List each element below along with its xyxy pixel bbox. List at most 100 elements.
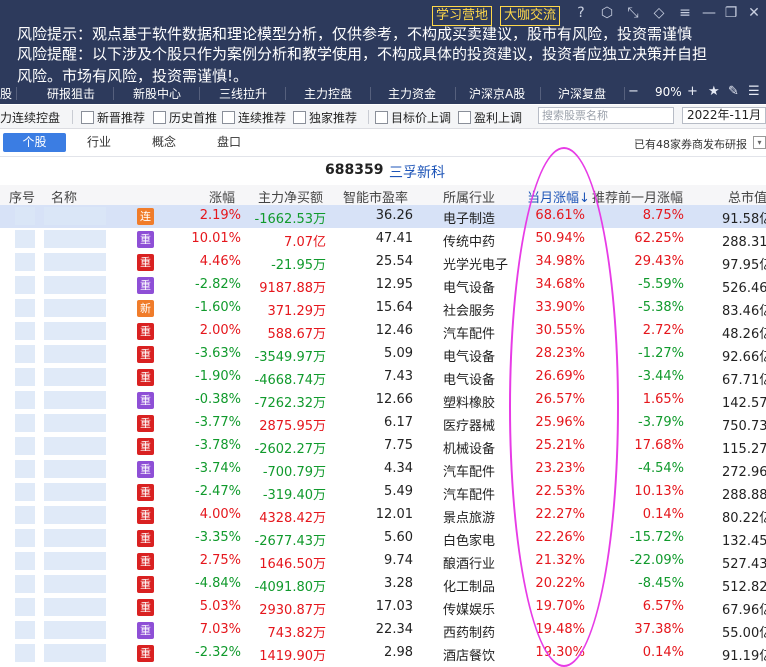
checkbox[interactable]: [81, 111, 94, 124]
study-camp-button[interactable]: 学习营地: [432, 6, 493, 26]
stock-name-link[interactable]: 三孚新科: [389, 162, 445, 182]
table-row[interactable]: 重 4.46% -21.95万 25.54 光学光电子 34.98% 29.43% 97.95…: [0, 251, 766, 274]
tab-industry[interactable]: 行业: [71, 133, 127, 152]
table-row[interactable]: 重 4.00% 4328.42万 12.01 景点旅游 22.27% 0.14% 80.22亿: [0, 504, 766, 527]
table-row[interactable]: 重 5.03% 2930.87万 17.03 传媒娱乐 19.70% 6.57% 67.96亿: [0, 596, 766, 619]
checkbox[interactable]: [375, 111, 388, 124]
table-row[interactable]: 重 -3.77% 2875.95万 6.17 医疗器械 25.96% -3.79% 750.7…: [0, 412, 766, 435]
maximize-icon[interactable]: ❐: [722, 4, 740, 22]
table-row[interactable]: 重 -2.47% -319.40万 5.49 汽车配件 22.53% 10.13% 288.8…: [0, 481, 766, 504]
filter-continuous-control[interactable]: 力连续控盘: [0, 109, 60, 126]
col-industry[interactable]: 所属行业: [443, 187, 495, 206]
table-row[interactable]: 重 -3.78% -2602.27万 7.75 机械设备 25.21% 17.68% 115.…: [0, 435, 766, 458]
col-change[interactable]: 涨幅: [209, 187, 235, 206]
tab-stock[interactable]: 个股: [3, 133, 66, 152]
search-input[interactable]: 搜索股票名称: [538, 107, 674, 124]
star-icon[interactable]: ★: [708, 84, 720, 99]
table-row[interactable]: 重 -2.82% 9187.88万 12.95 电气设备 34.68% -5.59% 526.…: [0, 274, 766, 297]
col-seq[interactable]: 序号: [9, 187, 35, 206]
filter-new-recommend[interactable]: 新晋推荐: [81, 109, 145, 126]
nav-item-stock[interactable]: 股: [0, 85, 12, 102]
risk-text-line1: 风险提示：观点基于软件数据和理论模型分析，仅供参考，不构成买卖建议，股市有风险，…: [17, 25, 693, 43]
nav-item-ipo[interactable]: 新股中心: [133, 85, 181, 102]
table-row[interactable]: 重 -4.84% -4091.80万 3.28 化工制品 20.22% -8.45% 512.…: [0, 573, 766, 596]
zoom-out-icon[interactable]: −: [628, 84, 639, 99]
nav-item-review[interactable]: 沪深复盘: [558, 85, 606, 102]
recommend-badge: 重: [137, 553, 154, 570]
checkbox[interactable]: [222, 111, 235, 124]
minimize-icon[interactable]: —: [700, 4, 718, 22]
month-change-cell: 19.70%: [535, 599, 585, 614]
help-icon[interactable]: ?: [572, 4, 590, 22]
industry-cell: 机械设备: [443, 442, 496, 457]
seq-cell-masked: [15, 598, 35, 616]
table-row[interactable]: 重 2.00% 588.67万 12.46 汽车配件 30.55% 2.72% 48.26亿: [0, 320, 766, 343]
filter-profit-up[interactable]: 盈利上调: [458, 109, 522, 126]
industry-cell: 景点旅游: [443, 511, 496, 526]
filter-exclusive[interactable]: 独家推荐: [293, 109, 357, 126]
close-icon[interactable]: ✕: [745, 4, 763, 22]
name-cell-masked: [44, 460, 106, 478]
dropdown-icon[interactable]: ▾: [753, 136, 766, 149]
category-tabs: 个股 行业 概念 盘口 已有48家券商发布研报 ▾: [0, 129, 766, 157]
month-change-cell: 22.53%: [535, 484, 585, 499]
table-row[interactable]: 重 -0.38% -7262.32万 12.66 塑料橡胶 26.57% 1.65% 142.…: [0, 389, 766, 412]
col-name[interactable]: 名称: [51, 187, 77, 206]
risk-banner: 学习营地 大咖交流 ? ⬡ ⤡ ◇ ≡ — ❐ ✕ 风险提示：观点基于软件数据和…: [0, 0, 766, 87]
name-cell-masked: [44, 483, 106, 501]
name-cell-masked: [44, 391, 106, 409]
nav-item-funds[interactable]: 主力资金: [388, 85, 436, 102]
recommend-badge: 重: [137, 254, 154, 271]
filter-history-first[interactable]: 历史首推: [153, 109, 217, 126]
net-buy-cell: -4668.74万: [254, 373, 326, 388]
table-row[interactable]: 连 2.19% -1662.53万 36.26 电子制造 68.61% 8.75% 91.58…: [0, 205, 766, 228]
net-buy-cell: 2875.95万: [259, 419, 326, 434]
shrink-icon[interactable]: ⤡: [624, 4, 642, 22]
change-cell: 2.19%: [199, 208, 241, 223]
table-row[interactable]: 重 -2.32% 1419.90万 2.98 酒店餐饮 19.30% 0.14% 91.19亿: [0, 642, 766, 665]
settings-icon[interactable]: ⬡: [598, 4, 616, 22]
table-row[interactable]: 重 -3.35% -2677.43万 5.60 白色家电 22.26% -15.72% 132…: [0, 527, 766, 550]
net-buy-cell: -2677.43万: [254, 534, 326, 549]
nav-item-three-line[interactable]: 三线拉升: [219, 85, 267, 102]
list-icon[interactable]: ☰: [748, 84, 760, 99]
tab-handicap[interactable]: 盘口: [201, 133, 257, 152]
table-row[interactable]: 重 -1.90% -4668.74万 7.43 电气设备 26.69% -3.44% 67.7…: [0, 366, 766, 389]
table-row[interactable]: 重 -3.74% -700.79万 4.34 汽车配件 23.23% -4.54% 272.9…: [0, 458, 766, 481]
checkbox[interactable]: [293, 111, 306, 124]
seq-cell-masked: [15, 414, 35, 432]
col-market-cap[interactable]: 总市值: [728, 187, 766, 206]
seq-cell-masked: [15, 230, 35, 248]
change-cell: 4.46%: [199, 254, 241, 269]
nav-item-a-shares[interactable]: 沪深京A股: [469, 85, 525, 102]
prev-month-cell: -15.72%: [629, 530, 684, 545]
name-cell-masked: [44, 575, 106, 593]
menu-icon[interactable]: ≡: [676, 4, 694, 22]
change-cell: -3.74%: [195, 461, 241, 476]
table-row[interactable]: 新 -1.60% 371.29万 15.64 社会服务 33.90% -5.38% 83.46…: [0, 297, 766, 320]
col-prev-month[interactable]: 推荐前一月涨幅: [592, 187, 683, 206]
tab-concept[interactable]: 概念: [136, 133, 192, 152]
filter-continuous-recommend[interactable]: 连续推荐: [222, 109, 286, 126]
checkbox[interactable]: [458, 111, 471, 124]
col-month-change[interactable]: 当月涨幅↓: [527, 187, 590, 206]
col-net-buy[interactable]: 主力净买额: [258, 187, 323, 206]
skin-icon[interactable]: ◇: [650, 4, 668, 22]
month-select[interactable]: 2022年-11月: [682, 107, 766, 124]
month-change-cell: 50.94%: [535, 231, 585, 246]
filter-target-up[interactable]: 目标价上调: [375, 109, 451, 126]
col-intel-pe[interactable]: 智能市盈率: [343, 187, 408, 206]
checkbox[interactable]: [153, 111, 166, 124]
table-row[interactable]: 重 10.01% 7.07亿 47.41 传统中药 50.94% 62.25% 288.31亿: [0, 228, 766, 251]
table-row[interactable]: 重 -3.63% -3549.97万 5.09 电气设备 28.23% -1.27% 92.6…: [0, 343, 766, 366]
zoom-in-icon[interactable]: +: [687, 84, 698, 99]
table-row[interactable]: 重 7.03% 743.82万 22.34 西药制药 19.48% 37.38% 55.00亿: [0, 619, 766, 642]
seq-cell-masked: [15, 391, 35, 409]
change-cell: -3.63%: [195, 346, 241, 361]
pen-icon[interactable]: ✎: [728, 84, 739, 99]
name-cell-masked: [44, 322, 106, 340]
nav-item-research[interactable]: 研报狙击: [47, 85, 95, 102]
table-row[interactable]: 重 2.75% 1646.50万 9.74 酿酒行业 21.32% -22.09% 527.4…: [0, 550, 766, 573]
nav-item-control[interactable]: 主力控盘: [304, 85, 352, 102]
expert-chat-button[interactable]: 大咖交流: [500, 6, 561, 26]
